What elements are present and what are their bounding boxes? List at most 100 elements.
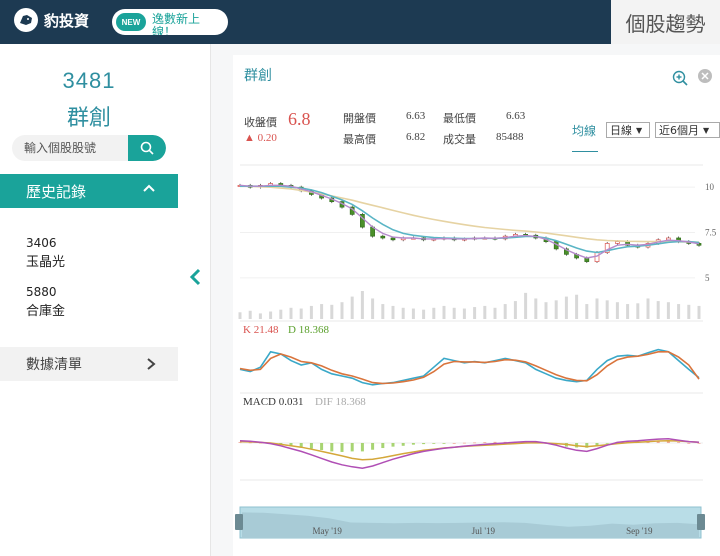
x-tick-label: May '19 [313, 526, 343, 536]
volume-bar [340, 302, 344, 319]
volume-bar [513, 301, 517, 319]
period-select[interactable]: 日線 ▼ [606, 122, 650, 138]
volume-bar [248, 310, 252, 319]
volume-bar [687, 304, 691, 319]
range-select-value: 近6個月 [659, 124, 699, 137]
volume-bar [666, 302, 670, 319]
ma-mid-line [240, 185, 700, 254]
kd-k-label: K 21.48 [243, 324, 279, 336]
macd-histogram-bar [483, 442, 487, 443]
history-item[interactable]: 3406 玉晶光 [26, 234, 65, 272]
navigator-right-handle[interactable] [697, 514, 705, 530]
volume-bar [320, 304, 324, 319]
history-header[interactable]: 歷史記錄 [0, 174, 178, 208]
volume-bar [442, 305, 446, 319]
macd-panel: MACD 0.031 DIF 18.368 [238, 396, 703, 481]
macd-histogram-bar [350, 443, 354, 452]
macd-histogram-bar [677, 442, 681, 443]
zoom-in-icon[interactable] [672, 70, 688, 86]
price-panel: 107.55 [237, 164, 717, 322]
candle-body [380, 235, 386, 239]
volume-bar [697, 305, 701, 319]
volume-bar [483, 305, 487, 319]
volume-bar [391, 305, 395, 319]
volume-bar [269, 311, 273, 319]
volume-bar [626, 304, 630, 319]
stock-name: 群創 [66, 106, 111, 131]
x-tick-label: Jul '19 [472, 526, 496, 536]
volume-bar [564, 296, 568, 319]
moving-average-toggle[interactable]: 均線 [572, 123, 598, 140]
new-badge: NEW [116, 13, 146, 31]
volume-bar [534, 298, 538, 319]
macd-histogram-bar [452, 443, 456, 444]
low-value: 6.63 [506, 110, 526, 122]
kd-d-label: D 18.368 [288, 324, 329, 336]
volume-bar [360, 291, 364, 319]
volume-bar [401, 307, 405, 319]
chevron-right-icon [147, 358, 156, 370]
history-item-name: 玉晶光 [26, 255, 66, 270]
volume-bar [575, 294, 579, 319]
caret-down-icon: ▼ [703, 125, 710, 135]
volume-bar [605, 300, 609, 319]
candle-body [615, 241, 620, 244]
volume-bar [677, 304, 681, 319]
moving-average-underline [572, 151, 598, 152]
close-label: 收盤價 [244, 116, 277, 129]
price-change: ▲ 0.20 [244, 132, 277, 144]
kd-k-line [239, 348, 700, 386]
volume-bar [299, 308, 303, 319]
news-pill[interactable]: NEW 逸數新上線！ [112, 9, 228, 35]
volume-bar [432, 307, 436, 319]
period-select-value: 日線 [610, 124, 632, 137]
macd-label: MACD 0.031 [243, 396, 304, 408]
search-icon [140, 141, 154, 155]
navigator-left-handle[interactable] [235, 514, 243, 530]
volume-bar [615, 302, 619, 319]
volume-bar [554, 300, 558, 319]
volume-bar [524, 292, 528, 319]
volume-bar [544, 302, 548, 319]
macd-histogram-bar [687, 443, 691, 444]
stock-chart[interactable]: 107.55 K 21.48 D 18.368 MACD 0.031 DIF 1… [233, 155, 720, 556]
y-tick-label: 10 [705, 182, 715, 192]
macd-histogram-bar [462, 442, 466, 444]
data-list-link[interactable]: 數據清單 [0, 347, 178, 381]
volume-bar [462, 308, 466, 319]
news-pill-text: 逸數新上線！ [152, 12, 201, 36]
volume-bar [585, 304, 589, 319]
history-item-code: 5880 [26, 285, 57, 299]
logo-text: 豹投資 [44, 12, 90, 30]
search-button[interactable] [128, 135, 166, 161]
close-value: 6.8 [288, 109, 311, 129]
leopard-logo-icon [14, 8, 38, 32]
search-input[interactable] [22, 140, 136, 156]
volume-bar [452, 307, 456, 319]
range-select[interactable]: 近6個月 ▼ [655, 122, 720, 138]
macd-histogram-bar [330, 443, 334, 452]
logo[interactable]: 豹投資 [14, 8, 89, 32]
macd-histogram-bar [432, 443, 436, 444]
macd-histogram-bar [391, 443, 395, 447]
volume-bar [330, 304, 334, 319]
history-item-code: 3406 [26, 236, 57, 250]
caret-down-icon: ▼ [636, 125, 643, 135]
low-label: 最低價 [443, 112, 476, 125]
kd-panel: K 21.48 D 18.368 [239, 324, 703, 394]
range-navigator[interactable]: May '19 Jul '19 Sep '19 [235, 506, 705, 539]
macd-histogram-bar [422, 443, 426, 445]
x-tick-label: Sep '19 [626, 526, 653, 536]
macd-histogram-bar [320, 443, 324, 450]
macd-histogram-bar [401, 443, 405, 446]
chevron-left-icon [189, 268, 201, 286]
volume-bar [646, 298, 650, 319]
close-icon[interactable] [698, 69, 712, 83]
macd-histogram-bar [309, 443, 313, 449]
collapse-sidebar-button[interactable] [187, 266, 203, 288]
top-bar: 豹投資 NEW 逸數新上線！ 個股趨勢 [0, 0, 720, 44]
macd-histogram-bar [697, 443, 701, 444]
history-item[interactable]: 5880 合庫金 [26, 283, 65, 321]
volume-label: 成交量 [443, 133, 476, 146]
y-tick-label: 7.5 [705, 228, 717, 238]
